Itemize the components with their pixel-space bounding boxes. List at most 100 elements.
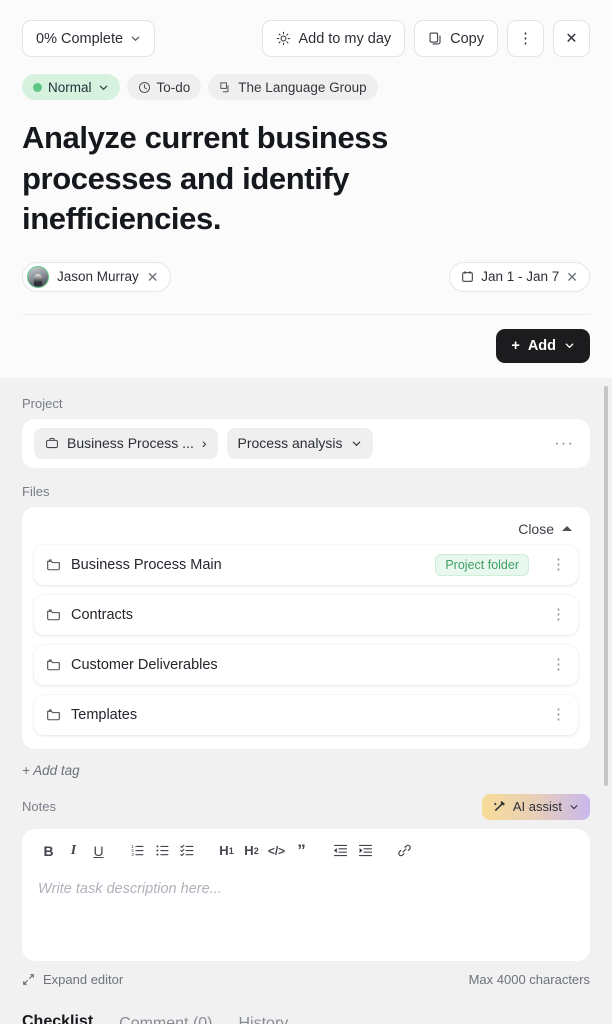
file-row[interactable]: Templates ⋮	[34, 694, 578, 735]
notes-section-label: Notes	[22, 799, 56, 815]
add-tag-button[interactable]: + Add tag	[22, 763, 590, 778]
file-row[interactable]: Business Process Main Project folder ⋮	[34, 544, 578, 585]
chevron-down-icon	[131, 36, 140, 42]
outdent-icon[interactable]	[328, 840, 353, 862]
bullet-list-icon[interactable]	[150, 840, 175, 862]
link-icon[interactable]	[392, 840, 417, 862]
editor-toolbar: B I U 123 H1 H2 </> ”	[22, 829, 590, 871]
clock-icon	[138, 81, 150, 93]
chevron-down-icon	[99, 85, 107, 90]
progress-dropdown[interactable]: 0% Complete	[22, 20, 156, 57]
task-meta-row: Jason Murray ✕ Jan 1 - Jan 7 ✕	[22, 261, 590, 292]
ai-assist-button[interactable]: AI assist	[481, 793, 590, 820]
folder-icon	[47, 709, 60, 721]
notes-header: Notes AI assist	[22, 793, 590, 820]
plus-icon: +	[511, 337, 520, 354]
folder-icon	[47, 559, 60, 571]
folder-icon	[47, 609, 60, 621]
quote-icon[interactable]: ”	[289, 840, 314, 862]
tab-comment[interactable]: Comment (0)	[119, 1015, 212, 1024]
add-to-my-day-label: Add to my day	[298, 30, 392, 47]
task-detail-panel: 0% Complete Add to my day Copy ⋮ ✕ Norma…	[0, 0, 612, 1024]
status-chip[interactable]: To-do	[126, 74, 202, 100]
copy-icon	[429, 32, 441, 45]
project-card: Business Process ... › Process analysis …	[22, 418, 590, 468]
close-panel-button[interactable]: ✕	[553, 20, 590, 57]
status-chip-row: Normal To-do The Language Group	[22, 74, 590, 100]
italic-icon[interactable]: I	[61, 840, 86, 862]
code-icon[interactable]: </>	[264, 840, 289, 862]
calendar-icon	[462, 271, 474, 283]
assignee-name: Jason Murray	[57, 269, 139, 285]
magic-wand-icon	[493, 801, 505, 812]
file-menu-icon[interactable]: ⋮	[551, 607, 566, 622]
project-stage-pill[interactable]: Process analysis	[226, 427, 373, 459]
avatar	[27, 265, 49, 288]
date-range-chip[interactable]: Jan 1 - Jan 7 ✕	[449, 261, 590, 292]
file-menu-icon[interactable]: ⋮	[551, 657, 566, 672]
files-section-label: Files	[22, 483, 50, 499]
file-row[interactable]: Contracts ⋮	[34, 594, 578, 635]
notes-textarea[interactable]: Write task description here...	[22, 871, 590, 961]
status-badge: Project folder	[435, 553, 529, 576]
remove-date-icon[interactable]: ✕	[566, 270, 578, 284]
underline-icon[interactable]: U	[86, 840, 111, 862]
file-row[interactable]: Customer Deliverables ⋮	[34, 644, 578, 685]
priority-dot-icon	[33, 82, 42, 92]
project-more-button[interactable]: ···	[550, 433, 578, 453]
ordered-list-icon[interactable]: 123	[125, 840, 150, 862]
max-characters-label: Max 4000 characters	[468, 971, 590, 987]
folder-icon	[47, 659, 60, 671]
progress-label: 0% Complete	[36, 30, 124, 47]
project-section-label: Project	[22, 395, 63, 411]
notes-placeholder: Write task description here...	[38, 880, 222, 897]
copy-button[interactable]: Copy	[414, 20, 498, 57]
copy-label: Copy	[450, 30, 484, 47]
vertical-scrollbar[interactable]	[604, 385, 608, 786]
files-list: Business Process Main Project folder ⋮ C…	[34, 544, 578, 735]
file-menu-icon[interactable]: ⋮	[551, 707, 566, 722]
group-label: The Language Group	[238, 79, 367, 95]
chevron-down-icon	[570, 805, 578, 810]
project-name: Business Process ...	[67, 435, 194, 452]
bottom-tabs: Checklist Comment (0) History	[22, 1013, 590, 1024]
project-name-pill[interactable]: Business Process ... ›	[34, 427, 218, 459]
tab-history[interactable]: History	[239, 1015, 289, 1024]
add-to-my-day-button[interactable]: Add to my day	[262, 20, 406, 57]
notes-editor: B I U 123 H1 H2 </> ” Write task descrip…	[22, 828, 590, 961]
bold-icon[interactable]: B	[36, 840, 61, 862]
assignee-chip[interactable]: Jason Murray ✕	[22, 261, 171, 292]
priority-chip[interactable]: Normal	[22, 74, 120, 100]
file-menu-icon[interactable]: ⋮	[551, 557, 566, 572]
file-name: Templates	[71, 706, 138, 723]
remove-assignee-icon[interactable]: ✕	[147, 270, 159, 284]
expand-editor-label: Expand editor	[43, 971, 124, 987]
briefcase-icon	[46, 438, 58, 449]
file-name: Business Process Main	[71, 556, 222, 573]
heading-2-icon[interactable]: H2	[239, 840, 264, 862]
expand-editor-button[interactable]: Expand editor	[22, 972, 123, 987]
more-options-button[interactable]: ⋮	[507, 20, 544, 57]
heading-1-icon[interactable]: H1	[214, 840, 239, 862]
add-button-label: Add	[527, 337, 556, 354]
chevron-up-icon	[562, 526, 572, 532]
tab-checklist[interactable]: Checklist	[22, 1013, 93, 1024]
priority-label: Normal	[48, 79, 92, 95]
file-name: Contracts	[71, 606, 134, 623]
group-icon	[220, 81, 229, 92]
indent-icon[interactable]	[353, 840, 378, 862]
files-collapse-row[interactable]: Close	[34, 517, 578, 545]
group-chip[interactable]: The Language Group	[208, 74, 378, 100]
add-button[interactable]: + Add	[496, 328, 590, 363]
add-row: + Add	[22, 315, 590, 378]
status-label: To-do	[156, 79, 191, 95]
check-list-icon[interactable]	[175, 840, 200, 862]
page-title: Analyze current business processes and i…	[22, 120, 388, 237]
files-close-label: Close	[518, 520, 554, 537]
chevron-down-icon	[565, 343, 574, 349]
ai-assist-label: AI assist	[512, 799, 562, 815]
close-icon: ✕	[565, 30, 578, 47]
chevron-down-icon	[352, 441, 360, 447]
task-header: 0% Complete Add to my day Copy ⋮ ✕ Norma…	[0, 0, 612, 378]
chevron-right-icon: ›	[201, 435, 207, 452]
